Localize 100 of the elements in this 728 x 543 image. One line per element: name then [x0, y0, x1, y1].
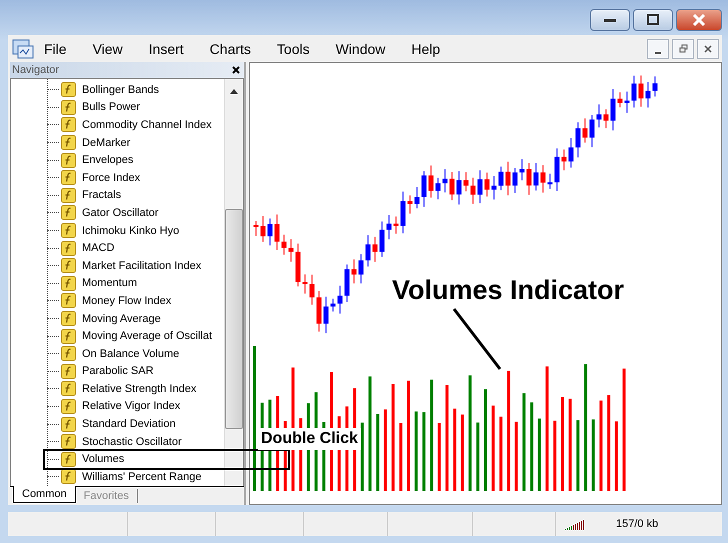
- candle: [590, 114, 594, 148]
- function-icon: [61, 223, 76, 238]
- menu-item[interactable]: Window: [336, 40, 386, 56]
- candle: [268, 218, 272, 246]
- candle: [554, 148, 560, 192]
- indicator-item[interactable]: Parabolic SAR: [82, 365, 154, 378]
- candle: [520, 158, 524, 181]
- minimize-icon: [603, 17, 617, 23]
- minimize-icon: [655, 52, 661, 54]
- function-icon: [61, 346, 76, 362]
- indicator-item[interactable]: Standard Deviation: [82, 418, 176, 430]
- menu-item[interactable]: View: [92, 40, 123, 56]
- indicator-item[interactable]: Commodity Channel Index: [82, 118, 212, 131]
- volume-bar: [514, 422, 518, 491]
- close-icon[interactable]: [232, 66, 240, 74]
- function-icon: [61, 469, 76, 484]
- candle: [484, 172, 490, 198]
- restore-button[interactable]: [672, 38, 694, 58]
- maximize-button[interactable]: [633, 9, 673, 31]
- candle: [338, 285, 342, 314]
- function-icon: [61, 188, 76, 203]
- candle: [624, 91, 630, 114]
- leader-line: [452, 308, 502, 370]
- menu-item[interactable]: Tools: [276, 40, 310, 56]
- function-icon: [61, 398, 76, 414]
- candle: [506, 161, 510, 196]
- candle: [596, 104, 602, 128]
- candle: [512, 168, 518, 194]
- candle: [478, 170, 482, 204]
- candle: [358, 254, 364, 284]
- candle: [282, 234, 286, 256]
- indicator-item[interactable]: Money Flow Index: [82, 294, 172, 307]
- indicator-item[interactable]: Market Facilitation Index: [82, 260, 202, 272]
- function-icon: [61, 240, 76, 256]
- menu-item[interactable]: Help: [411, 40, 440, 56]
- candle: [456, 170, 462, 205]
- candle: [288, 238, 294, 262]
- candle: [394, 216, 398, 234]
- indicator-item[interactable]: Moving Average of Oscillat: [82, 330, 212, 342]
- candle: [316, 290, 322, 332]
- panel-tab[interactable]: Common: [13, 486, 76, 503]
- minimize-button[interactable]: [647, 38, 669, 58]
- indicator-item[interactable]: Force Index: [82, 172, 140, 184]
- candle: [652, 76, 658, 97]
- volume-bar: [592, 419, 595, 491]
- menu-item[interactable]: Charts: [210, 40, 251, 56]
- function-icon: [61, 452, 76, 467]
- close-button[interactable]: [697, 38, 719, 58]
- indicator-item[interactable]: Stochastic Oscillator: [82, 436, 182, 448]
- volume-bar: [576, 420, 580, 491]
- close-icon: [692, 14, 706, 26]
- candle: [330, 298, 336, 312]
- menu-item[interactable]: Insert: [148, 40, 184, 56]
- maximize-icon: [646, 14, 660, 26]
- indicator-item[interactable]: Ichimoku Kinko Hyo: [82, 224, 180, 237]
- indicator-item[interactable]: MACD: [82, 242, 114, 254]
- indicator-item[interactable]: Volumes: [82, 453, 124, 466]
- candle: [632, 75, 636, 108]
- function-icon: [61, 434, 76, 450]
- candle: [302, 274, 308, 294]
- candle: [436, 177, 440, 200]
- indicator-item[interactable]: DeMarker: [82, 136, 130, 149]
- indicator-item[interactable]: Gator Oscillator: [82, 206, 158, 219]
- indicator-item[interactable]: Bulls Power: [82, 101, 140, 114]
- function-icon: [61, 205, 76, 220]
- panel-title: Navigator: [12, 64, 60, 76]
- candle: [638, 75, 644, 108]
- candle: [646, 82, 650, 108]
- candle: [408, 194, 412, 214]
- scrollbar[interactable]: [224, 79, 243, 486]
- candle: [534, 162, 538, 191]
- candle: [422, 170, 426, 208]
- candle: [386, 214, 392, 240]
- app-icon[interactable]: [12, 38, 34, 58]
- function-icon: [61, 170, 76, 186]
- volume-bar: [438, 422, 441, 491]
- instruction-label: Double Click: [258, 428, 361, 450]
- candle: [324, 296, 328, 334]
- volume-bar: [360, 422, 364, 491]
- indicator-item[interactable]: Bollinger Bands: [82, 84, 160, 96]
- indicator-item[interactable]: Williams' Percent Range: [82, 470, 202, 483]
- memory-status: 157/0 kb: [616, 518, 658, 530]
- menu-item[interactable]: File: [44, 40, 67, 56]
- function-icon: [61, 82, 76, 98]
- indicator-item[interactable]: Momentum: [82, 277, 138, 290]
- candle: [540, 164, 546, 194]
- indicator-item[interactable]: Moving Average: [82, 312, 161, 325]
- indicator-item[interactable]: Fractals: [82, 189, 122, 202]
- candle: [380, 220, 384, 258]
- function-icon: [61, 311, 76, 326]
- candle: [366, 234, 370, 268]
- indicator-item[interactable]: On Balance Volume: [82, 348, 180, 360]
- indicator-item[interactable]: Relative Strength Index: [82, 382, 196, 395]
- minimize-button[interactable]: [590, 9, 630, 31]
- indicator-item[interactable]: Envelopes: [82, 154, 134, 166]
- scroll-up-icon[interactable]: [229, 87, 239, 95]
- indicator-item[interactable]: Relative Vigor Index: [82, 400, 180, 412]
- scroll-thumb[interactable]: [225, 209, 243, 429]
- close-button[interactable]: [676, 9, 722, 31]
- callout-label: Volumes Indicator: [392, 275, 624, 306]
